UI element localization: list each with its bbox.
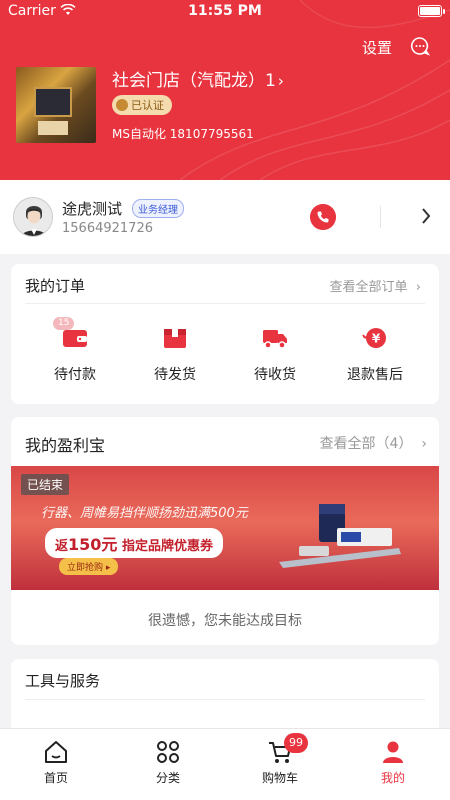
order-label: 待付款: [54, 367, 96, 383]
profile-header: Carrier 11:55 PM 设置 社会门店（汽配龙）1 › 已认证 MS自动…: [0, 0, 450, 180]
home-icon: [45, 741, 67, 763]
order-label: 退款售后: [347, 367, 403, 383]
refund-icon: ¥: [362, 328, 386, 348]
promo-coupon-text: 返150元 指定品牌优惠券: [45, 528, 223, 558]
shop-photo-plate: [38, 121, 68, 135]
box-icon: [164, 329, 186, 348]
shop-contact: MS自动化 18107795561: [112, 127, 254, 141]
profile-icon: [383, 741, 403, 763]
bottom-tab-bar: 首页 分类 99 购物车 我的: [0, 728, 450, 800]
auto-parts-product-image: [279, 504, 401, 568]
view-all-profit-label: 查看全部（4）: [319, 436, 413, 452]
promo-headline: 行器、周帷易挡伴顺扬劲迅满500元: [41, 506, 248, 521]
clock: 11:55 PM: [188, 3, 262, 19]
promo-prefix: 返: [55, 539, 69, 554]
view-all-orders-link[interactable]: 查看全部订单 ›: [330, 276, 421, 295]
category-icon: [157, 741, 179, 763]
orders-title: 我的订单: [25, 277, 86, 295]
tab-cart[interactable]: 99 购物车: [240, 733, 320, 786]
shop-name-link[interactable]: 社会门店（汽配龙）1 ›: [112, 66, 284, 91]
tools-title: 工具与服务: [25, 672, 101, 690]
order-count-badge: 15: [53, 317, 75, 330]
order-pending-payment[interactable]: 15 待付款: [35, 317, 115, 384]
avatar: [13, 197, 53, 237]
chevron-right-icon: ›: [415, 280, 421, 295]
order-refund[interactable]: ¥ 退款售后: [335, 326, 415, 384]
profit-result-message: 很遗憾，您未能达成目标: [148, 613, 302, 629]
settings-button[interactable]: 设置: [362, 37, 392, 58]
my-orders-card: 我的订单 查看全部订单 › 15 待付款 待发货 待收货 ¥ 退款售后: [11, 264, 439, 404]
promo-amount: 150元: [68, 535, 118, 554]
campaign-status-badge: 已结束: [21, 474, 70, 495]
shop-photo[interactable]: [16, 67, 96, 143]
divider: [25, 699, 425, 700]
verified-icon: [116, 99, 128, 111]
cart-count-badge: 99: [284, 733, 308, 753]
call-button[interactable]: [310, 204, 336, 230]
truck-icon: [263, 330, 287, 349]
order-to-ship[interactable]: 待发货: [135, 326, 215, 384]
tab-label: 首页: [43, 771, 68, 785]
svg-text:¥: ¥: [372, 332, 381, 346]
chevron-right-icon[interactable]: [420, 206, 432, 226]
divider: [25, 303, 425, 304]
promo-suffix: 指定品牌优惠券: [121, 539, 213, 554]
tab-profile[interactable]: 我的: [353, 739, 433, 786]
tab-label: 分类: [155, 771, 180, 785]
manager-role-badge: 业务经理: [132, 199, 184, 218]
battery-icon: [418, 5, 445, 17]
shop-name: 社会门店（汽配龙）1: [112, 71, 276, 91]
verified-label: 已认证: [131, 99, 164, 112]
message-icon[interactable]: [410, 36, 430, 56]
manager-phone: 15664921726: [62, 221, 153, 236]
promo-buy-button[interactable]: 立即抢购 ▸: [59, 558, 119, 575]
shop-photo-sign: [34, 87, 72, 117]
chevron-right-icon: ›: [277, 72, 284, 90]
tab-category[interactable]: 分类: [128, 739, 208, 786]
divider: [380, 206, 381, 228]
tab-label: 购物车: [261, 771, 298, 785]
tab-label: 我的: [380, 771, 405, 785]
tab-home[interactable]: 首页: [16, 739, 96, 786]
manager-name: 途虎测试: [62, 200, 123, 218]
profit-title: 我的盈利宝: [25, 436, 106, 455]
view-all-orders-label: 查看全部订单: [329, 280, 408, 295]
status-bar: Carrier 11:55 PM: [0, 0, 450, 24]
view-all-profit-link[interactable]: 查看全部（4） ›: [320, 433, 427, 453]
profit-card: 我的盈利宝 查看全部（4） › 已结束 行器、周帷易挡伴顺扬劲迅满500元 返1…: [11, 417, 439, 645]
verified-badge: 已认证: [112, 95, 172, 115]
order-label: 待收货: [254, 367, 296, 383]
chevron-right-icon: ›: [421, 436, 427, 452]
order-to-receive[interactable]: 待收货: [235, 326, 315, 384]
promo-banner[interactable]: 已结束 行器、周帷易挡伴顺扬劲迅满500元 返150元 指定品牌优惠券 立即抢购…: [11, 466, 439, 590]
avatar-person-icon: [14, 198, 52, 236]
account-manager-card[interactable]: 途虎测试 业务经理 15664921726: [0, 180, 450, 254]
order-label: 待发货: [154, 367, 196, 383]
